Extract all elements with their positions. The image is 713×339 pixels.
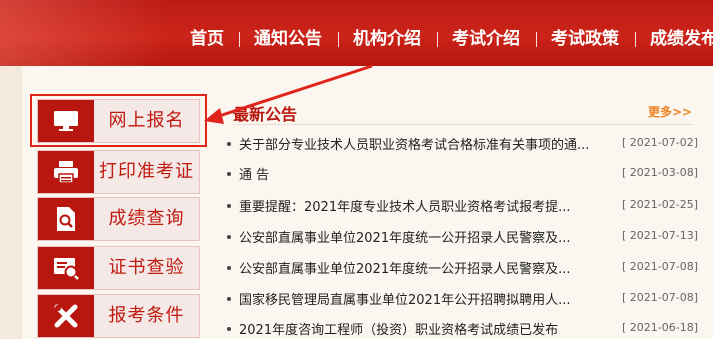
document-search-icon — [57, 207, 75, 231]
news-item[interactable]: 国家移民管理局直属事业单位2021年公开招聘拟聘用人... [ 2021-07-… — [227, 287, 713, 309]
header-bar: 首页 通知公告 机构介绍 考试介绍 考试政策 成绩发布 — [0, 0, 713, 66]
more-link[interactable]: 更多>> — [648, 103, 692, 120]
highlight-box — [30, 94, 207, 147]
news-item-date: [ 2021-03-08] — [622, 166, 699, 179]
news-item[interactable]: 公安部直属事业单位2021年度统一公开招录人民警察及... [ 2021-07-… — [227, 256, 713, 278]
nav-separator — [437, 32, 438, 47]
news-item[interactable]: 重要提醒：2021年度专业技术人员职业资格考试报考提... [ 2021-02-… — [227, 194, 713, 216]
news-item-title[interactable]: 公安部直属事业单位2021年度统一公开招录人民警察及... — [239, 258, 609, 277]
bullet-icon — [227, 235, 231, 239]
news-item-title[interactable]: 重要提醒：2021年度专业技术人员职业资格考试报考提... — [239, 196, 609, 215]
bullet-icon — [227, 172, 231, 176]
news-item[interactable]: 通 告 [ 2021-03-08] — [227, 162, 713, 184]
news-item-title[interactable]: 国家移民管理局直属事业单位2021年公开招聘拟聘用人... — [239, 289, 609, 308]
bullet-icon — [227, 297, 231, 301]
sidebar-item-label: 成绩查询 — [108, 208, 185, 229]
nav-separator — [338, 32, 339, 47]
news-item-date: [ 2021-07-08] — [622, 260, 699, 273]
certificate-icon — [54, 258, 79, 280]
news-item-date: [ 2021-07-02] — [622, 136, 699, 149]
news-divider — [233, 124, 693, 125]
news-item-title[interactable]: 公安部直属事业单位2021年度统一公开招录人民警察及... — [239, 227, 609, 246]
news-item-title[interactable]: 关于部分专业技术人员职业资格考试合格标准有关事项的通... — [239, 134, 609, 153]
sidebar-item-label: 报考条件 — [108, 305, 185, 326]
sidebar-item-certificate-verify[interactable]: 证书查验 — [37, 246, 200, 290]
news-item-title[interactable]: 2021年度咨询工程师（投资）职业资格考试成绩已发布 — [239, 319, 609, 338]
nav-item-notices[interactable]: 通知公告 — [254, 24, 322, 54]
nav-item-results[interactable]: 成绩发布 — [650, 24, 713, 54]
tools-icon — [54, 304, 78, 328]
news-item[interactable]: 公安部直属事业单位2021年度统一公开招录人民警察及... [ 2021-07-… — [227, 225, 713, 247]
bullet-icon — [227, 204, 231, 208]
bullet-icon — [227, 266, 231, 270]
nav-separator — [536, 32, 537, 47]
sidebar-item-print-admission[interactable]: 打印准考证 — [37, 150, 200, 194]
sidebar-icon-box — [38, 151, 94, 193]
news-item-date: [ 2021-07-08] — [622, 291, 699, 304]
bullet-icon — [227, 142, 231, 146]
sidebar-item-exam-requirements[interactable]: 报考条件 — [37, 294, 200, 338]
nav-item-exam-policy[interactable]: 考试政策 — [551, 24, 619, 54]
news-item-date: [ 2021-06-18] — [622, 321, 699, 334]
sidebar-item-label: 证书查验 — [108, 257, 185, 278]
sidebar-icon-box — [38, 198, 94, 240]
nav-separator — [635, 32, 636, 47]
news-section-title: 最新公告 — [233, 105, 298, 124]
sidebar-icon-box — [38, 295, 94, 337]
nav-item-institution[interactable]: 机构介绍 — [353, 24, 421, 54]
sidebar-item-score-query[interactable]: 成绩查询 — [37, 197, 200, 241]
news-item[interactable]: 2021年度咨询工程师（投资）职业资格考试成绩已发布 [ 2021-06-18] — [227, 317, 713, 339]
news-item[interactable]: 关于部分专业技术人员职业资格考试合格标准有关事项的通... [ 2021-07-… — [227, 132, 713, 154]
bullet-icon — [227, 327, 231, 331]
news-item-title[interactable]: 通 告 — [239, 164, 609, 183]
nav-separator — [239, 32, 240, 47]
nav-item-exam-intro[interactable]: 考试介绍 — [452, 24, 520, 54]
nav-item-home[interactable]: 首页 — [190, 24, 224, 54]
main-nav: 首页 通知公告 机构介绍 考试介绍 考试政策 成绩发布 — [0, 24, 713, 54]
sidebar-icon-box — [38, 247, 94, 289]
news-item-date: [ 2021-07-13] — [622, 229, 699, 242]
news-item-date: [ 2021-02-25] — [622, 198, 699, 211]
sidebar-item-label: 打印准考证 — [99, 161, 194, 182]
printer-icon — [54, 161, 78, 184]
